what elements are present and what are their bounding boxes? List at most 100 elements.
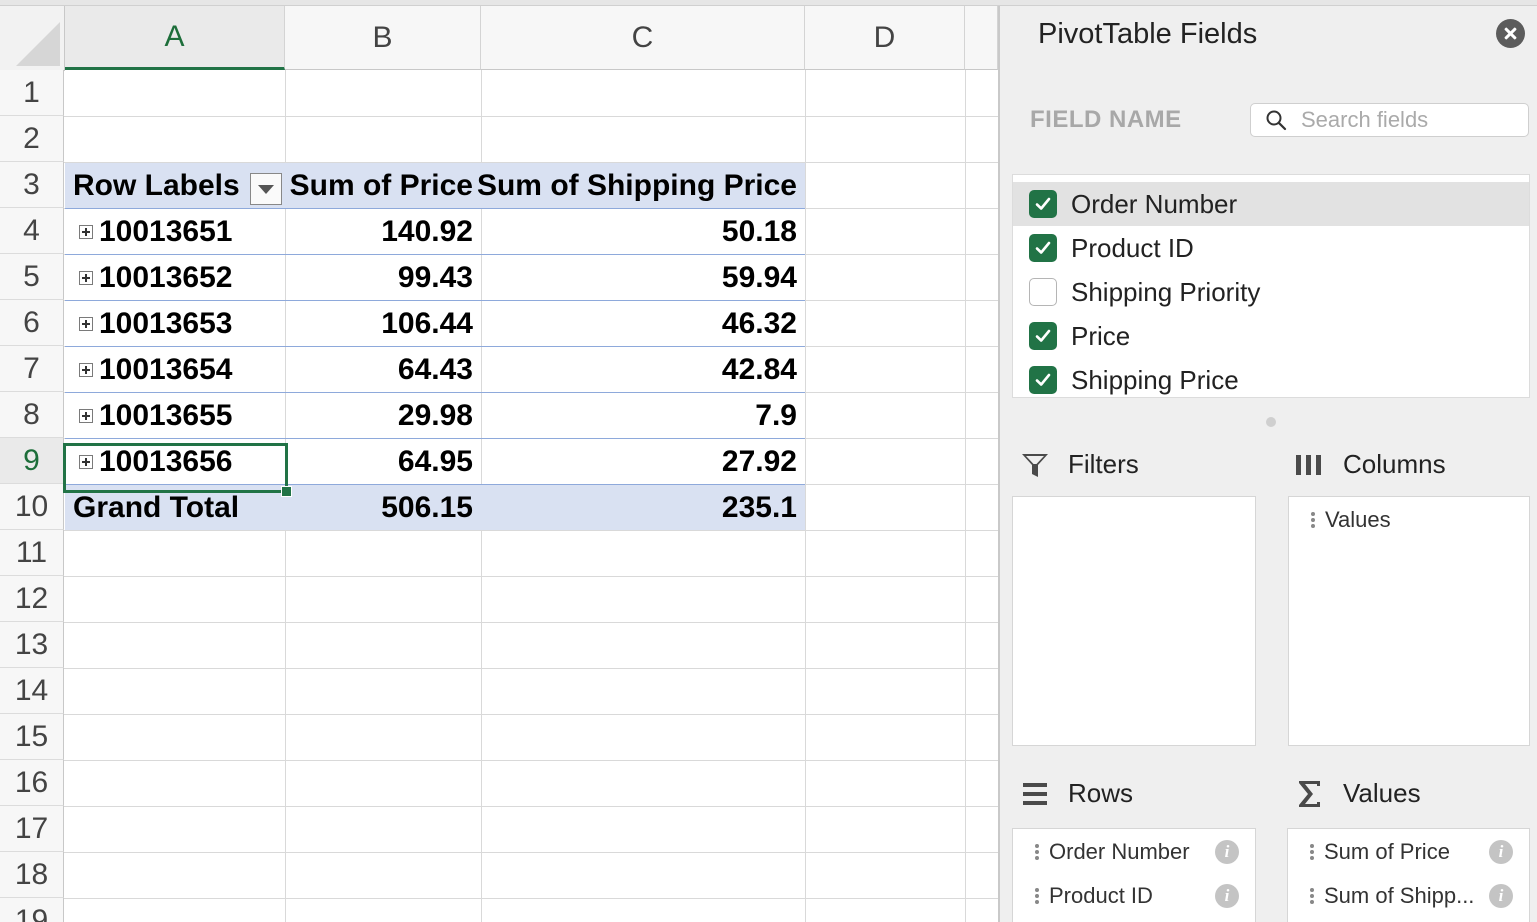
row-header-3[interactable]: 3 [0,162,64,208]
row-labels-filter-dropdown[interactable] [250,173,282,205]
pivot-header-sum-of-shipping-price[interactable]: Sum of Shipping Price [477,163,805,209]
fill-handle[interactable] [281,486,292,497]
row-header-17[interactable]: 17 [0,806,64,852]
gridline [64,116,998,117]
field-item-product-id[interactable]: Product ID [1013,226,1529,270]
search-input[interactable] [1301,107,1511,133]
grand-total-price[interactable]: 506.15 [285,485,481,531]
row-header-8[interactable]: 8 [0,392,64,438]
shipping-cell[interactable]: 7.9 [481,393,805,439]
columns-drop-area[interactable]: Values [1288,496,1530,746]
pivot-row-label-cell[interactable]: 10013655 [65,393,285,439]
drag-grip-icon [1311,512,1315,528]
shipping-cell[interactable]: 42.84 [481,347,805,393]
field-item-price[interactable]: Price [1013,314,1529,358]
pivot-row-label-cell[interactable]: 10013653 [65,301,285,347]
price-cell[interactable]: 106.44 [285,301,481,347]
column-header-b[interactable]: B [285,6,481,70]
checkbox-checked[interactable] [1029,190,1057,218]
price-cell[interactable]: 64.43 [285,347,481,393]
values-chip-sum-of-shipping-price[interactable]: Sum of Shipp... [1288,876,1474,916]
shipping-cell[interactable]: 50.18 [481,209,805,255]
column-header-e[interactable] [965,6,998,70]
row-header-13[interactable]: 13 [0,622,64,668]
shipping-cell[interactable]: 46.32 [481,301,805,347]
row-header-5[interactable]: 5 [0,254,64,300]
info-icon[interactable]: i [1215,884,1239,908]
pivot-row-label-cell[interactable]: 10013652 [65,255,285,301]
expand-icon[interactable] [79,271,93,285]
spreadsheet-grid[interactable]: A B C D 1 2 3 4 5 6 7 8 9 10 11 12 13 14… [0,6,998,922]
grand-total-shipping[interactable]: 235.1 [481,485,805,531]
row-header-10[interactable]: 10 [0,484,64,530]
gridline [64,760,998,761]
pivot-row-label-cell[interactable]: 10013651 [65,209,285,255]
filters-drop-area[interactable] [1012,496,1256,746]
column-header-d[interactable]: D [805,6,965,70]
column-header-a[interactable]: A [65,6,285,70]
row-header-18[interactable]: 18 [0,852,64,898]
field-item-order-number[interactable]: Order Number [1013,182,1529,226]
pivot-row-label-cell[interactable]: 10013654 [65,347,285,393]
row-header-14[interactable]: 14 [0,668,64,714]
columns-title: Columns [1343,449,1446,479]
info-icon[interactable]: i [1215,840,1239,864]
order-number-label: 10013652 [99,261,233,294]
field-item-shipping-price[interactable]: Shipping Price [1013,358,1529,402]
expand-icon[interactable] [79,363,93,377]
row-header-12[interactable]: 12 [0,576,64,622]
pivot-header-sum-of-price[interactable]: Sum of Price [285,163,481,209]
dropdown-arrow-icon [258,184,274,194]
sigma-icon [1295,779,1325,809]
field-item-shipping-priority[interactable]: Shipping Priority [1013,270,1529,314]
rows-chip-order-number[interactable]: Order Number [1013,832,1190,872]
drag-grip-icon [1310,888,1314,904]
search-fields-box[interactable] [1250,103,1529,137]
expand-icon[interactable] [79,225,93,239]
row-header-9[interactable]: 9 [0,438,64,484]
expand-icon[interactable] [79,317,93,331]
chip-label: Product ID [1049,883,1153,908]
field-label: Shipping Priority [1071,276,1261,307]
shipping-cell[interactable]: 27.92 [481,439,805,485]
info-icon[interactable]: i [1489,884,1513,908]
checkmark-icon [1035,241,1051,254]
row-header-2[interactable]: 2 [0,116,64,162]
checkbox-checked[interactable] [1029,366,1057,394]
row-header-1[interactable]: 1 [0,70,64,116]
rows-drop-area[interactable]: Order Number i Product ID i [1012,828,1256,922]
rows-icon [1020,781,1050,807]
shipping-cell[interactable]: 59.94 [481,255,805,301]
row-header-7[interactable]: 7 [0,346,64,392]
checkbox-checked[interactable] [1029,234,1057,262]
checkbox-unchecked[interactable] [1029,278,1057,306]
row-header-15[interactable]: 15 [0,714,64,760]
gridline [64,806,998,807]
checkbox-checked[interactable] [1029,322,1057,350]
row-header-4[interactable]: 4 [0,208,64,254]
values-chip-sum-of-price[interactable]: Sum of Price [1288,832,1450,872]
info-icon[interactable]: i [1489,840,1513,864]
columns-chip-values[interactable]: Values [1289,500,1391,540]
row-header-11[interactable]: 11 [0,530,64,576]
field-label: Order Number [1071,188,1238,219]
price-cell[interactable]: 99.43 [285,255,481,301]
row-header-16[interactable]: 16 [0,760,64,806]
chip-label: Order Number [1049,839,1190,864]
price-cell[interactable]: 140.92 [285,209,481,255]
rows-chip-product-id[interactable]: Product ID [1013,876,1153,916]
splitter-handle[interactable] [1266,417,1276,427]
rows-title: Rows [1068,778,1134,808]
column-header-c[interactable]: C [481,6,805,70]
filters-area-header: Filters [1020,449,1139,480]
price-cell[interactable]: 29.98 [285,393,481,439]
close-icon[interactable] [1496,19,1525,48]
row-header-19[interactable]: 19 [0,898,64,922]
checkmark-icon [1035,373,1051,386]
expand-icon[interactable] [79,409,93,423]
select-all-corner[interactable] [0,6,65,71]
price-cell[interactable]: 64.95 [285,439,481,485]
values-drop-area[interactable]: Sum of Price i Sum of Shipp... i [1287,828,1530,922]
search-icon [1266,110,1287,131]
row-header-6[interactable]: 6 [0,300,64,346]
